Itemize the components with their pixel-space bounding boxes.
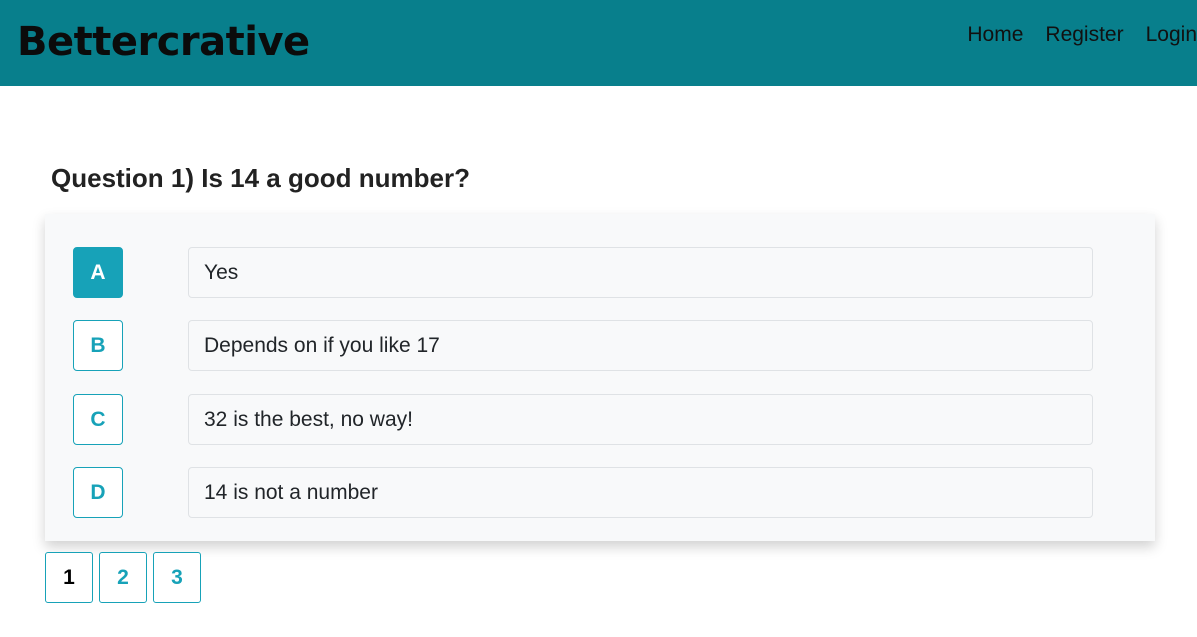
answer-row-a: A Yes [45, 247, 1155, 299]
answer-b-text[interactable]: Depends on if you like 17 [188, 320, 1093, 371]
page-button-1[interactable]: 1 [45, 552, 93, 603]
answer-row-d: D 14 is not a number [45, 467, 1155, 519]
answers-card: A Yes B Depends on if you like 17 C 32 i… [45, 214, 1155, 541]
answer-a-button[interactable]: A [73, 247, 123, 298]
question-pagination: 1 2 3 [45, 552, 207, 603]
nav-link-register[interactable]: Register [1045, 22, 1123, 48]
answer-row-b: B Depends on if you like 17 [45, 320, 1155, 372]
question-title: Question 1) Is 14 a good number? [51, 163, 470, 193]
answer-d-button[interactable]: D [73, 467, 123, 518]
answer-b-button[interactable]: B [73, 320, 123, 371]
nav-link-login[interactable]: Login [1146, 22, 1197, 48]
nav-link-home[interactable]: Home [967, 22, 1023, 48]
nav-links: Home Register Login [967, 22, 1197, 48]
brand-logo[interactable]: Bettercrative [17, 18, 310, 66]
answer-a-text[interactable]: Yes [188, 247, 1093, 298]
answer-row-c: C 32 is the best, no way! [45, 394, 1155, 446]
answer-d-text[interactable]: 14 is not a number [188, 467, 1093, 518]
answer-c-text[interactable]: 32 is the best, no way! [188, 394, 1093, 445]
page-button-2[interactable]: 2 [99, 552, 147, 603]
navbar: Bettercrative Home Register Login [0, 0, 1197, 86]
answer-c-button[interactable]: C [73, 394, 123, 445]
page-button-3[interactable]: 3 [153, 552, 201, 603]
